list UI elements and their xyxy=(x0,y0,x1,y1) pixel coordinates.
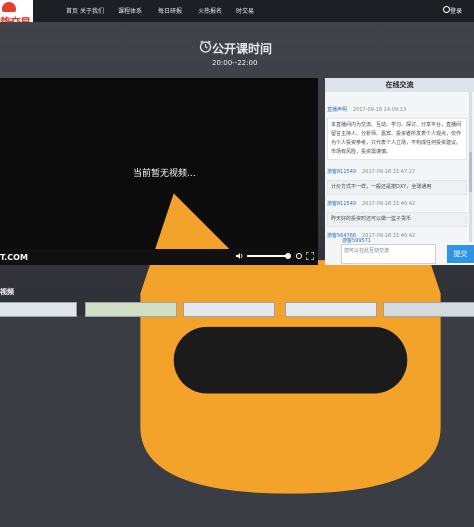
logo-icon xyxy=(2,2,16,12)
chat-message: 直播声明 2017-09-18 14:09:13 本直播间内为交流、互动、学习、探… xyxy=(327,96,467,160)
top-nav: 首页 关于我们 课程体系 每日研报 火热报名 时交易 登录 xyxy=(0,0,474,22)
video-section-title: 视频 xyxy=(0,288,14,296)
nav-hot-signup[interactable]: 火热报名 xyxy=(198,6,222,15)
login-link[interactable]: 登录 xyxy=(442,6,462,15)
volume-slider[interactable] xyxy=(247,253,291,259)
chat-text: 本直播间内为交流、互动、学习、探讨、分享平台，直播间留言主持人、分析师、嘉宾、投… xyxy=(327,118,467,160)
nav-daily-report[interactable]: 每日研报 xyxy=(158,6,182,15)
chat-input[interactable]: 您可以在此互动交流 xyxy=(341,244,436,264)
chat-messages[interactable]: 直播声明 2017-09-18 14:09:13 本直播间内为交流、互动、学习、探… xyxy=(325,92,474,242)
send-button[interactable]: 提交 xyxy=(447,245,474,263)
chat-user: 直播声明 xyxy=(327,107,348,113)
chat-user: 游客811549 xyxy=(327,201,357,207)
current-user: 游客599571 xyxy=(342,238,372,244)
player-watermark: T.COM xyxy=(0,253,28,262)
chat-time: 2017-09-18 14:09:13 xyxy=(353,107,407,113)
player-controls-bar xyxy=(0,249,318,265)
course-time: 20:00--22:00 xyxy=(212,59,258,67)
chat-scroll-thumb[interactable] xyxy=(469,152,472,192)
nav-courses[interactable]: 课程体系 xyxy=(118,6,142,15)
course-title: 公开课时间 xyxy=(212,42,273,56)
chat-time: 2017-09-18 21:46:42 xyxy=(362,201,416,207)
chat-user: 游客811549 xyxy=(327,169,357,175)
chat-title: 在线交流 xyxy=(325,78,474,92)
video-thumbnails xyxy=(0,302,474,317)
chat-panel: 在线交流 直播声明 2017-09-18 14:09:13 本直播间内为交流、互动… xyxy=(325,78,474,265)
nav-trading[interactable]: 时交易 xyxy=(236,6,254,15)
chat-scrollbar[interactable] xyxy=(469,92,472,242)
nav-about[interactable]: 关于我们 xyxy=(80,6,104,15)
chat-time: 2017-09-18 21:47:27 xyxy=(362,169,416,175)
settings-icon[interactable] xyxy=(295,252,303,260)
nav-home[interactable]: 首页 xyxy=(66,6,78,15)
volume-icon[interactable] xyxy=(236,252,244,260)
no-video-message: 当前暂无视频... xyxy=(133,169,196,179)
fullscreen-icon[interactable] xyxy=(306,252,314,260)
volume-knob[interactable] xyxy=(285,253,291,259)
